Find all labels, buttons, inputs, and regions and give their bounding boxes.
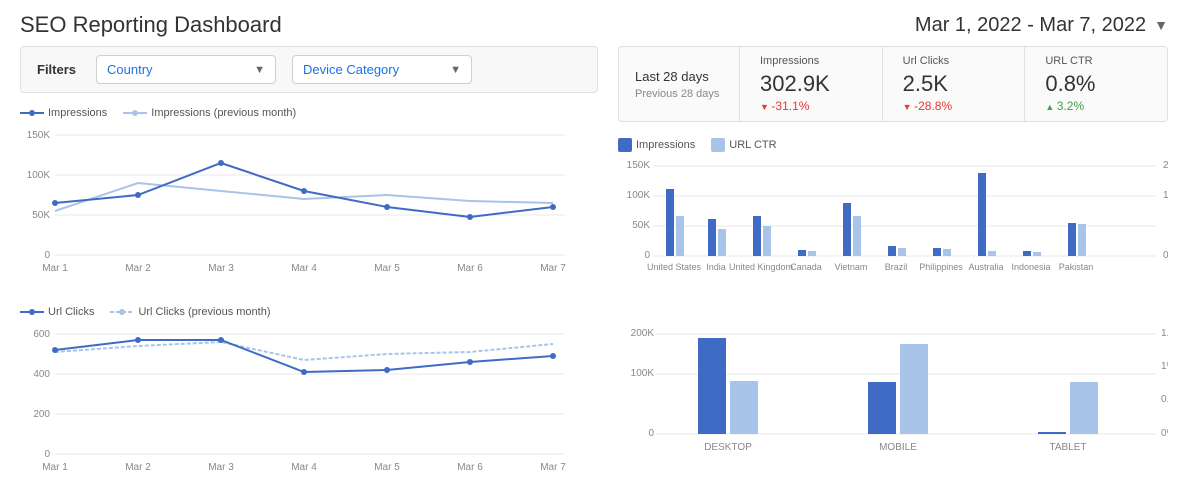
impressions-legend: Impressions Impressions (previous month) [20, 107, 598, 119]
country-filter[interactable]: Country ▼ [96, 55, 276, 84]
svg-text:Mar 7: Mar 7 [540, 462, 566, 472]
device-bar-chart: 200K 100K 0 1.5% 1% 0.5% 0% [618, 324, 1168, 501]
svg-text:United States: United States [647, 262, 702, 272]
header: SEO Reporting Dashboard Mar 1, 2022 - Ma… [0, 0, 1188, 46]
svg-text:Mar 1: Mar 1 [42, 462, 68, 472]
url-ctr-label: URL CTR [1045, 55, 1147, 67]
svg-text:MOBILE: MOBILE [879, 442, 917, 453]
main-content: Filters Country ▼ Device Category ▼ Impr… [0, 46, 1188, 501]
country-dropdown-icon: ▼ [254, 64, 265, 76]
impressions-change: -31.1% [760, 99, 862, 113]
url-clicks-metric: Url Clicks 2.5K -28.8% [882, 47, 1025, 121]
svg-text:0%: 0% [1161, 428, 1168, 439]
svg-text:0: 0 [648, 428, 654, 439]
url-ctr-change: 3.2% [1045, 99, 1147, 113]
url-clicks-value: 2.5K [903, 71, 1005, 97]
svg-text:Australia: Australia [968, 262, 1003, 272]
device-dropdown-icon: ▼ [450, 64, 461, 76]
svg-text:1%: 1% [1163, 190, 1168, 201]
svg-text:0: 0 [644, 250, 650, 261]
date-dropdown-icon[interactable]: ▼ [1154, 17, 1168, 33]
svg-text:100K: 100K [27, 170, 51, 181]
device-bar-svg: 200K 100K 0 1.5% 1% 0.5% 0% [618, 324, 1168, 484]
left-panel: Filters Country ▼ Device Category ▼ Impr… [0, 46, 608, 501]
svg-text:0: 0 [44, 449, 50, 460]
device-filter-text: Device Category [303, 62, 442, 77]
svg-text:200K: 200K [631, 328, 655, 339]
svg-text:Mar 5: Mar 5 [374, 263, 400, 273]
impressions-chart: Impressions Impressions (previous month)… [20, 107, 598, 302]
svg-text:Pakistan: Pakistan [1059, 262, 1094, 272]
svg-text:Mar 6: Mar 6 [457, 462, 483, 472]
svg-text:0%: 0% [1163, 250, 1168, 261]
urlclicks-legend: Url Clicks Url Clicks (previous month) [20, 306, 598, 318]
svg-text:United Kingdom: United Kingdom [729, 262, 793, 272]
svg-text:Mar 4: Mar 4 [291, 462, 317, 472]
svg-text:Mar 5: Mar 5 [374, 462, 400, 472]
svg-text:DESKTOP: DESKTOP [704, 442, 752, 453]
svg-text:Philippines: Philippines [919, 262, 963, 272]
svg-text:Indonesia: Indonesia [1011, 262, 1050, 272]
urlclicks-legend-item: Url Clicks [20, 306, 94, 318]
date-range: Mar 1, 2022 - Mar 7, 2022 ▼ [915, 14, 1168, 37]
svg-text:50K: 50K [32, 210, 50, 221]
svg-text:100K: 100K [631, 368, 655, 379]
bar-chart-legend: Impressions URL CTR [618, 138, 1168, 152]
impressions-prev-legend-item: Impressions (previous month) [123, 107, 296, 119]
url-clicks-label: Url Clicks [903, 55, 1005, 67]
svg-text:1%: 1% [1161, 361, 1168, 372]
svg-text:TABLET: TABLET [1049, 442, 1086, 453]
svg-text:Mar 1: Mar 1 [42, 263, 68, 273]
urlclicks-prev-legend-item: Url Clicks (previous month) [110, 306, 270, 318]
urlclicks-svg: 600 400 200 0 [20, 322, 570, 472]
country-filter-text: Country [107, 62, 246, 77]
dashboard: SEO Reporting Dashboard Mar 1, 2022 - Ma… [0, 0, 1188, 501]
page-title: SEO Reporting Dashboard [20, 12, 282, 38]
svg-text:150K: 150K [27, 130, 51, 141]
svg-text:100K: 100K [627, 190, 651, 201]
svg-text:Mar 2: Mar 2 [125, 263, 151, 273]
country-bar-chart: Impressions URL CTR 150K 100K 50K 0 2% [618, 138, 1168, 316]
svg-text:India: India [706, 262, 726, 272]
bar-ctr-legend: URL CTR [711, 138, 776, 152]
svg-text:Mar 6: Mar 6 [457, 263, 483, 273]
svg-text:Mar 3: Mar 3 [208, 462, 234, 472]
url-clicks-change: -28.8% [903, 99, 1005, 113]
impressions-legend-item: Impressions [20, 107, 107, 119]
url-ctr-value: 0.8% [1045, 71, 1147, 97]
svg-text:Brazil: Brazil [885, 262, 908, 272]
impressions-svg: 150K 100K 50K 0 [20, 123, 570, 273]
svg-text:150K: 150K [627, 160, 651, 171]
svg-text:Mar 4: Mar 4 [291, 263, 317, 273]
impressions-value: 302.9K [760, 71, 862, 97]
svg-text:Mar 3: Mar 3 [208, 263, 234, 273]
stats-card: Last 28 days Previous 28 days Impression… [618, 46, 1168, 122]
impressions-metric: Impressions 302.9K -31.1% [739, 47, 882, 121]
filters-label: Filters [37, 62, 76, 77]
previous-period-label: Previous 28 days [635, 88, 723, 100]
impressions-label: Impressions [760, 55, 862, 67]
svg-text:600: 600 [33, 329, 50, 340]
svg-text:2%: 2% [1163, 160, 1168, 171]
current-period-label: Last 28 days [635, 69, 723, 84]
svg-text:400: 400 [33, 369, 50, 380]
country-bar-svg: 150K 100K 50K 0 2% 1% 0% [618, 156, 1168, 311]
svg-text:0.5%: 0.5% [1161, 394, 1168, 405]
svg-text:1.5%: 1.5% [1161, 328, 1168, 339]
url-ctr-metric: URL CTR 0.8% 3.2% [1024, 47, 1167, 121]
svg-text:200: 200 [33, 409, 50, 420]
bar-impressions-legend: Impressions [618, 138, 695, 152]
svg-text:50K: 50K [632, 220, 650, 231]
svg-text:0: 0 [44, 250, 50, 261]
svg-text:Vietnam: Vietnam [835, 262, 868, 272]
svg-text:Canada: Canada [790, 262, 822, 272]
stats-period: Last 28 days Previous 28 days [619, 47, 739, 121]
filters-bar: Filters Country ▼ Device Category ▼ [20, 46, 598, 93]
right-panel: Last 28 days Previous 28 days Impression… [608, 46, 1188, 501]
svg-text:Mar 7: Mar 7 [540, 263, 566, 273]
svg-text:Mar 2: Mar 2 [125, 462, 151, 472]
urlclicks-chart: Url Clicks Url Clicks (previous month) 6… [20, 306, 598, 501]
device-category-filter[interactable]: Device Category ▼ [292, 55, 472, 84]
